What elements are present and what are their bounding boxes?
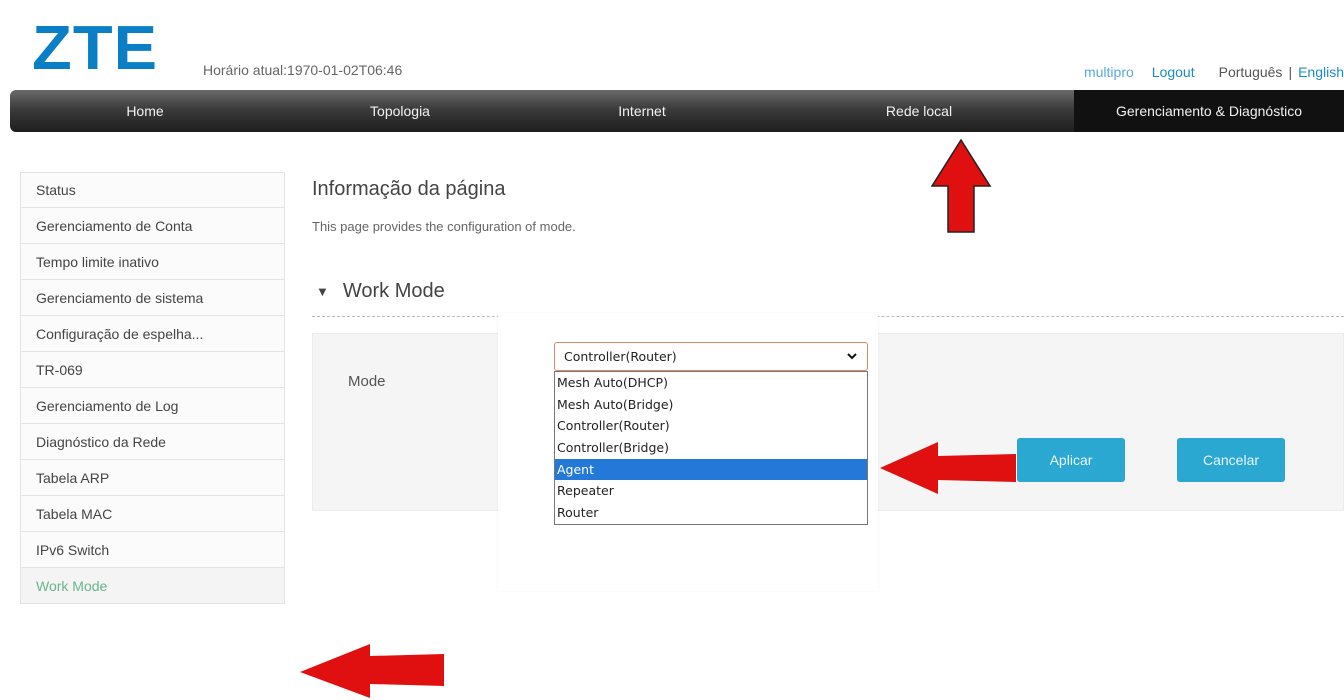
sidebar-item-work-mode[interactable]: Work Mode [20,568,285,604]
logout-link[interactable]: Logout [1152,64,1195,80]
top-links: multipro Logout Português | English [1084,62,1344,82]
language-portuguese[interactable]: Português [1219,64,1283,80]
mode-option-controller-bridge[interactable]: Controller(Bridge) [555,437,867,459]
nav-internet[interactable]: Internet [520,90,764,132]
section-title: Work Mode [342,280,445,302]
main-nav: Home Topologia Internet Rede local Geren… [10,90,1344,132]
mode-label: Mode [348,373,386,390]
chevron-down-icon [847,353,857,360]
sidebar-item-tr069[interactable]: TR-069 [20,352,285,388]
nav-home[interactable]: Home [10,90,280,132]
work-mode-section-header[interactable]: ▼ Work Mode [316,280,445,303]
sidebar-item-idle-timeout[interactable]: Tempo limite inativo [20,244,285,280]
apply-button[interactable]: Aplicar [1017,438,1125,482]
language-english[interactable]: English [1298,64,1344,80]
mode-option-mesh-auto-dhcp[interactable]: Mesh Auto(DHCP) [555,372,867,394]
cancel-button[interactable]: Cancelar [1177,438,1285,482]
sidebar-menu: Status Gerenciamento de Conta Tempo limi… [20,172,285,604]
mode-options-list: Mesh Auto(DHCP) Mesh Auto(Bridge) Contro… [554,371,868,525]
nav-rede-local[interactable]: Rede local [764,90,1074,132]
sidebar-item-account-management[interactable]: Gerenciamento de Conta [20,208,285,244]
sidebar-item-arp-table[interactable]: Tabela ARP [20,460,285,496]
sidebar-item-mirror-config[interactable]: Configuração de espelha... [20,316,285,352]
nav-gerenciamento-diagnostico[interactable]: Gerenciamento & Diagnóstico [1074,90,1344,132]
nav-topologia[interactable]: Topologia [280,90,520,132]
current-time: Horário atual:1970-01-02T06:46 [203,62,403,78]
mode-option-mesh-auto-bridge[interactable]: Mesh Auto(Bridge) [555,394,867,416]
sidebar-item-status[interactable]: Status [20,172,285,208]
left-arrow-annotation-icon [880,442,1016,494]
sidebar-item-mac-table[interactable]: Tabela MAC [20,496,285,532]
sidebar-item-log-management[interactable]: Gerenciamento de Log [20,388,285,424]
zte-logo: ZTE [32,14,159,83]
page-description: This page provides the configuration of … [312,219,576,234]
left-arrow-annotation-icon [300,644,444,698]
mode-option-controller-router[interactable]: Controller(Router) [555,415,867,437]
mode-option-agent[interactable]: Agent [555,458,867,481]
mode-option-router[interactable]: Router [555,502,867,524]
mode-select[interactable]: Controller(Router) [554,342,868,371]
up-arrow-annotation-icon [930,138,992,233]
mode-option-repeater[interactable]: Repeater [555,480,867,502]
sidebar-item-network-diagnostics[interactable]: Diagnóstico da Rede [20,424,285,460]
language-separator: | [1288,64,1293,80]
sidebar-item-ipv6-switch[interactable]: IPv6 Switch [20,532,285,568]
collapse-triangle-icon: ▼ [316,284,329,299]
sidebar-item-system-management[interactable]: Gerenciamento de sistema [20,280,285,316]
mode-select-value: Controller(Router) [564,349,677,364]
page-title: Informação da página [312,178,506,200]
username-link[interactable]: multipro [1084,64,1134,80]
